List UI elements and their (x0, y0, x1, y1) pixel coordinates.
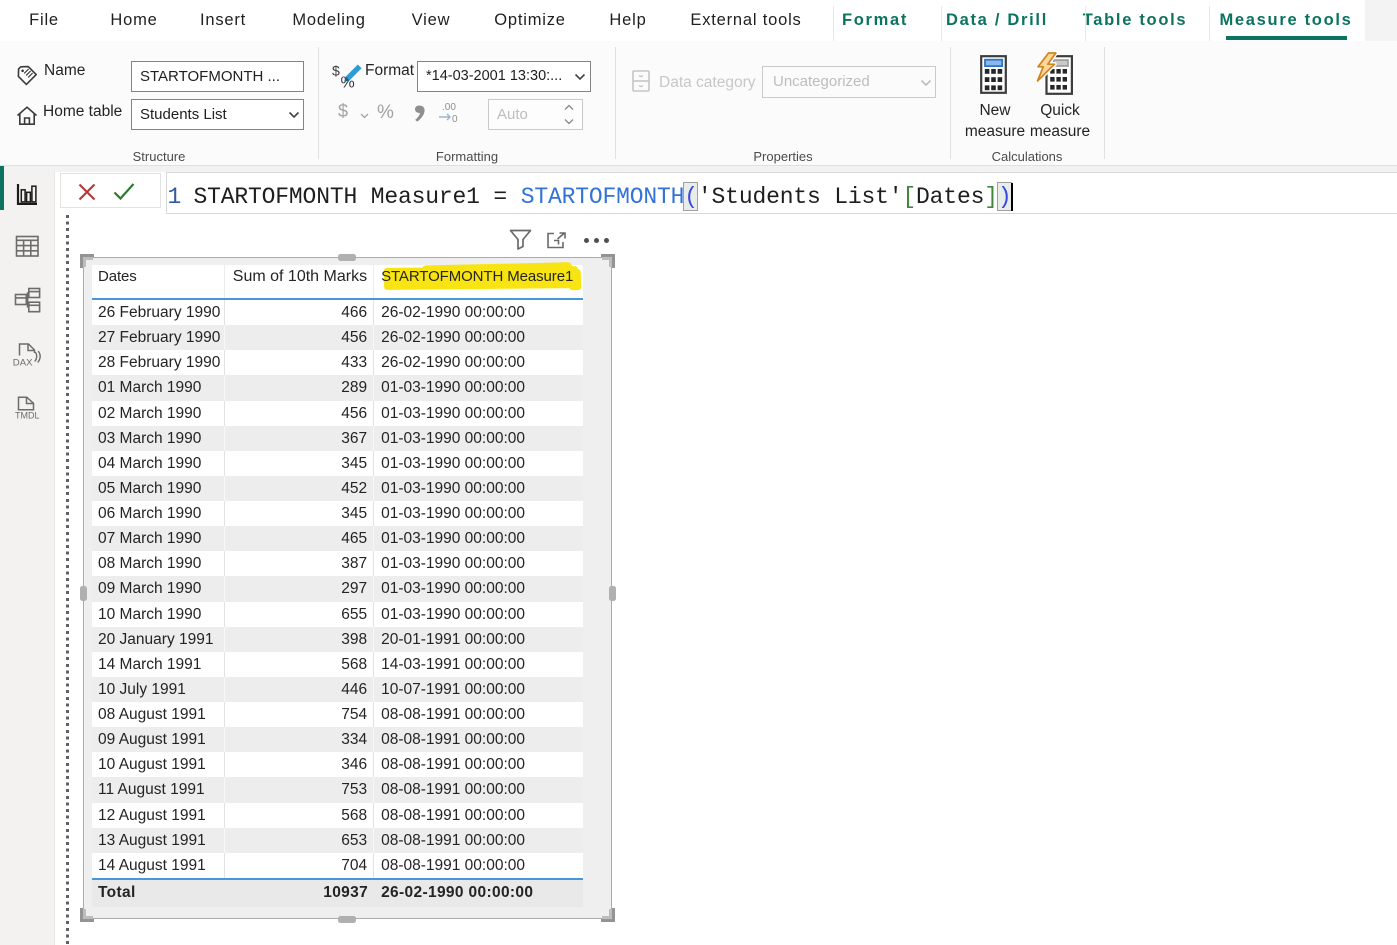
svg-text:DAX: DAX (13, 358, 33, 369)
svg-text:0: 0 (452, 114, 458, 125)
svg-text:.00: .00 (442, 102, 456, 113)
svg-text:$: $ (332, 63, 340, 79)
svg-text:TMDL: TMDL (15, 411, 40, 421)
